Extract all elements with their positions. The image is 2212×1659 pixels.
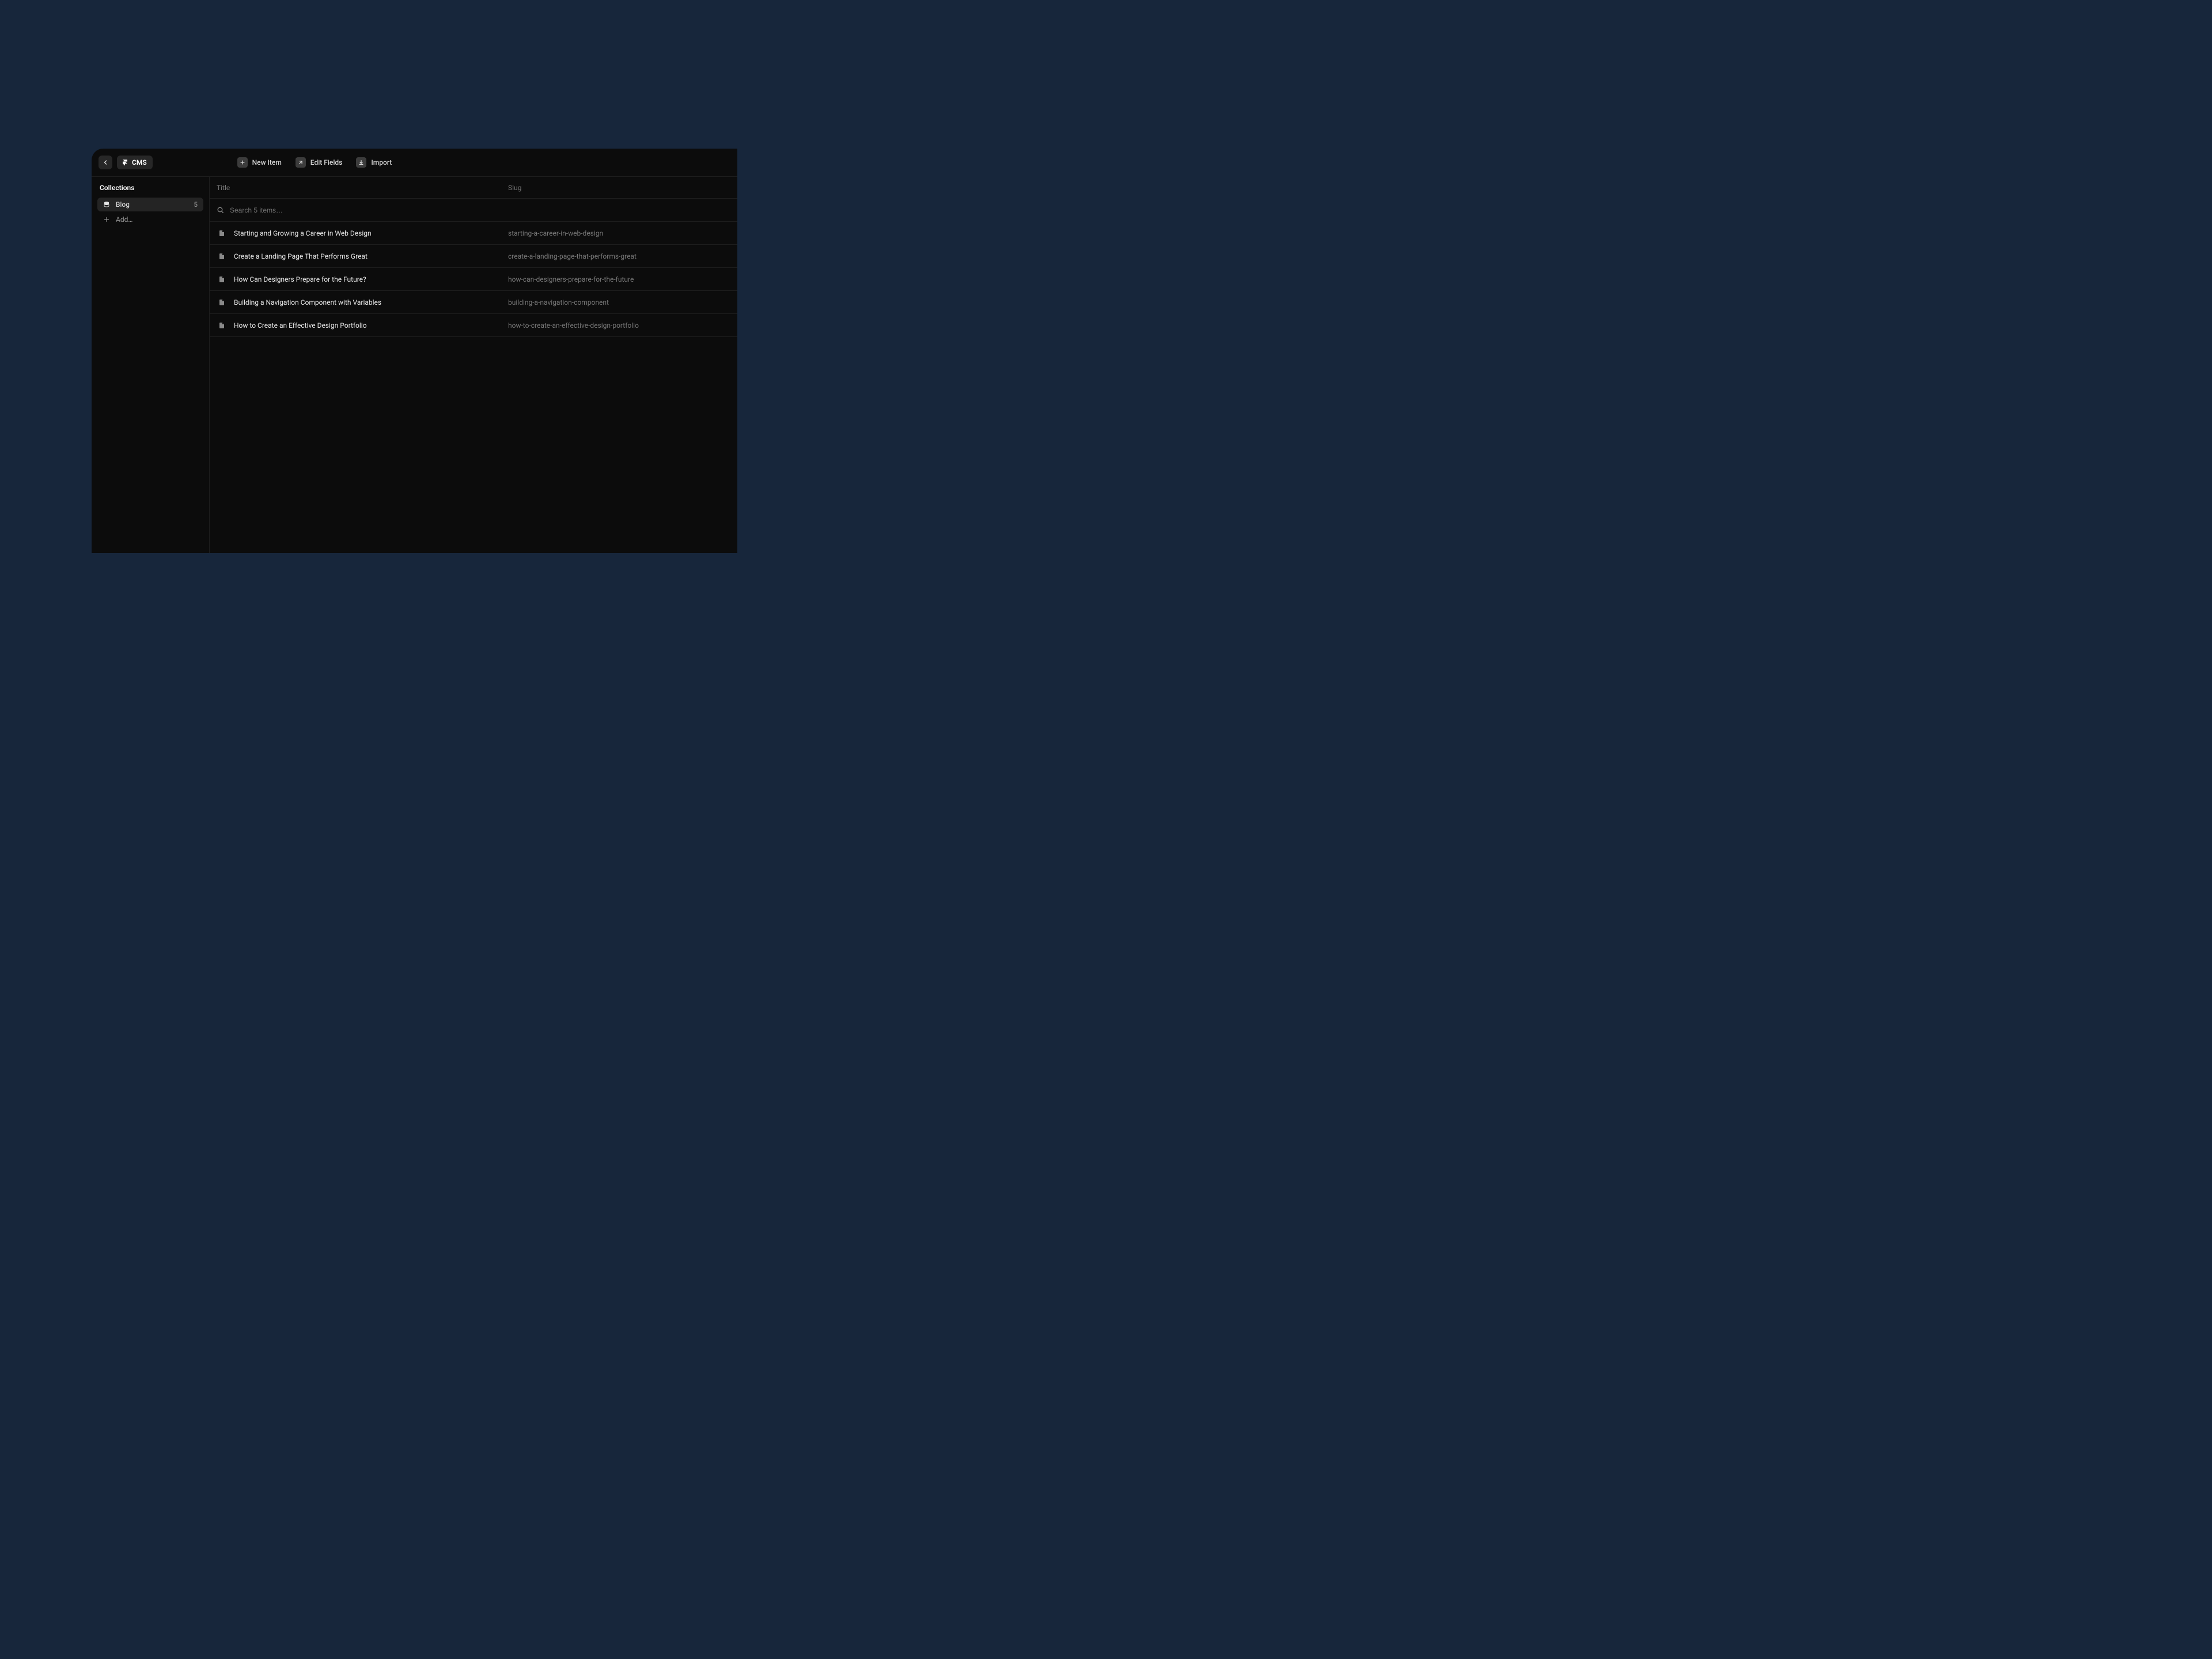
search-icon <box>217 206 224 214</box>
cms-label: CMS <box>132 158 147 166</box>
col-header-slug[interactable]: Slug <box>508 184 521 192</box>
doc-icon <box>217 322 227 329</box>
doc-icon <box>217 230 227 237</box>
cms-panel: CMS New Item Edit Fields Import Collecti… <box>92 149 737 553</box>
sidebar-add-label: Add… <box>116 215 132 224</box>
panel-body: Collections Blog 5 Add… Title Slug <box>92 177 737 553</box>
back-button[interactable] <box>99 156 112 169</box>
item-title: Starting and Growing a Career in Web Des… <box>227 229 508 237</box>
sidebar: Collections Blog 5 Add… <box>92 177 210 553</box>
topbar: CMS New Item Edit Fields Import <box>92 149 737 177</box>
item-slug: starting-a-career-in-web-design <box>508 229 603 237</box>
new-item-button[interactable]: New Item <box>233 156 286 169</box>
table-row[interactable]: Create a Landing Page That Performs Grea… <box>210 245 737 268</box>
item-slug: create-a-landing-page-that-performs-grea… <box>508 252 637 260</box>
doc-icon <box>217 253 227 260</box>
doc-icon <box>217 299 227 306</box>
edit-fields-label: Edit Fields <box>310 158 343 166</box>
item-title: Building a Navigation Component with Var… <box>227 298 508 306</box>
edit-fields-button[interactable]: Edit Fields <box>291 156 347 169</box>
item-slug: how-can-designers-prepare-for-the-future <box>508 275 634 283</box>
sidebar-add-button[interactable]: Add… <box>97 213 203 226</box>
item-title: Create a Landing Page That Performs Grea… <box>227 252 508 260</box>
new-item-label: New Item <box>252 158 282 166</box>
framer-icon <box>122 159 128 166</box>
item-slug: how-to-create-an-effective-design-portfo… <box>508 321 639 329</box>
item-title: How to Create an Effective Design Portfo… <box>227 321 508 329</box>
sidebar-item-label: Blog <box>116 200 130 209</box>
doc-icon <box>217 276 227 283</box>
column-headers: Title Slug <box>210 177 737 199</box>
item-slug: building-a-navigation-component <box>508 298 609 306</box>
search-input[interactable] <box>230 206 460 214</box>
sidebar-item-blog[interactable]: Blog 5 <box>97 198 203 211</box>
table-row[interactable]: Building a Navigation Component with Var… <box>210 291 737 314</box>
items-list: Starting and Growing a Career in Web Des… <box>210 222 737 337</box>
search-row <box>210 199 737 222</box>
arrow-out-icon <box>296 157 306 168</box>
table-row[interactable]: How Can Designers Prepare for the Future… <box>210 268 737 291</box>
col-header-title[interactable]: Title <box>210 184 508 192</box>
sidebar-item-count: 5 <box>194 200 198 209</box>
content: Title Slug Starting and Growing a Career… <box>210 177 737 553</box>
collection-icon <box>103 201 110 208</box>
import-label: Import <box>371 158 392 166</box>
table-row[interactable]: How to Create an Effective Design Portfo… <box>210 314 737 337</box>
download-icon <box>356 157 366 168</box>
table-row[interactable]: Starting and Growing a Career in Web Des… <box>210 222 737 245</box>
plus-icon <box>103 216 110 223</box>
cms-chip[interactable]: CMS <box>117 156 153 169</box>
plus-icon <box>237 157 248 168</box>
import-button[interactable]: Import <box>351 156 396 169</box>
sidebar-heading: Collections <box>97 184 203 198</box>
item-title: How Can Designers Prepare for the Future… <box>227 275 508 283</box>
